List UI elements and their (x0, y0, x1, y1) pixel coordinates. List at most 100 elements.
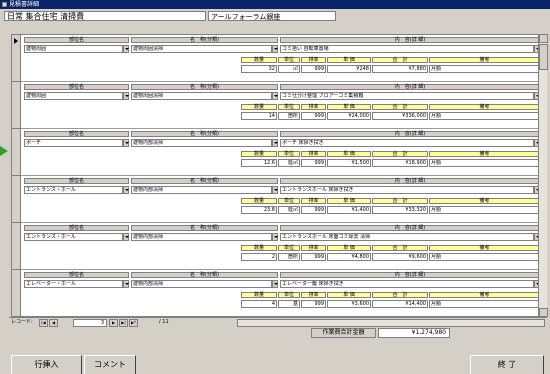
quantity-field[interactable]: 32 (241, 65, 277, 73)
meisho-dropdown-button[interactable] (272, 280, 278, 288)
detail-records-area: 部位名名 称(分類) 内 容(詳 細) 建物周囲 建物周囲清掃 ゴミ拾い 自転車置場 数量… (11, 34, 542, 317)
record-selector[interactable] (12, 270, 21, 316)
bumon-field[interactable]: ポーチ (24, 139, 123, 147)
bumon-dropdown-button[interactable] (123, 233, 129, 241)
rate-field[interactable]: 999 (301, 65, 326, 73)
naiyo-field[interactable]: ポーチ 床掃き拭き (280, 139, 534, 147)
unit-field[interactable]: ㎡ (278, 65, 300, 73)
first-record-button[interactable]: |◀ (39, 319, 48, 327)
record-selector[interactable] (12, 176, 21, 223)
meisho-field[interactable]: 建物周囲清掃 (131, 92, 272, 100)
naiyo-header-label: 内 容(詳 細) (280, 84, 540, 90)
meisho-field[interactable]: 建物内部清掃 (131, 233, 272, 241)
unit-field[interactable]: 箇所 (278, 112, 300, 120)
record-total: / 11 (159, 319, 169, 325)
estimate-title-field[interactable]: 日常 集合住宅 清掃費 (4, 11, 206, 21)
next-record-button[interactable]: ▶ (109, 319, 118, 327)
rate-field[interactable]: 999 (301, 253, 326, 261)
close-button[interactable]: 終 了 (470, 355, 544, 374)
quantity-field[interactable]: 14 (241, 112, 277, 120)
quantity-field[interactable]: 23.8 (241, 206, 277, 214)
meisho-dropdown-button[interactable] (272, 45, 278, 53)
remarks-field[interactable]: 月額 (429, 65, 540, 73)
current-record-input[interactable]: 3 (73, 319, 107, 327)
subtotal-label: 合 計 (372, 57, 428, 63)
rate-label: 排率 (301, 151, 326, 157)
unit-field[interactable]: 箇所 (278, 253, 300, 261)
quantity-field[interactable]: 4 (241, 300, 277, 308)
unit-price-field[interactable]: ¥1,500 (327, 159, 371, 167)
unit-price-field[interactable]: ¥4,800 (327, 253, 371, 261)
meisho-dropdown-button[interactable] (272, 233, 278, 241)
comment-button[interactable]: コメント (84, 355, 136, 374)
scroll-thumb[interactable] (539, 44, 548, 70)
meisho-dropdown-button[interactable] (272, 186, 278, 194)
meisho-header-label: 名 称(分類) (131, 272, 278, 278)
unit-price-field[interactable]: ¥24,000 (327, 112, 371, 120)
scroll-down-button[interactable] (539, 308, 548, 317)
subtotal-label: 合 計 (372, 292, 428, 298)
remarks-label: 備考 (429, 292, 540, 298)
unit-field[interactable]: 延㎡ (278, 206, 300, 214)
bumon-field[interactable]: エレベーター・ホール (24, 280, 123, 288)
rate-field[interactable]: 999 (301, 159, 326, 167)
bumon-header-label: 部位名 (24, 225, 129, 231)
meisho-header-label: 名 称(分類) (131, 225, 278, 231)
bumon-field[interactable]: エントランス・ホール (24, 186, 123, 194)
current-row-arrow-icon (0, 146, 8, 156)
scroll-up-button[interactable] (539, 34, 548, 43)
insert-row-button[interactable]: 行挿入 (11, 355, 82, 374)
quantity-field[interactable]: 12.6 (241, 159, 277, 167)
rate-field[interactable]: 999 (301, 206, 326, 214)
meisho-field[interactable]: 建物内部清掃 (131, 186, 272, 194)
meisho-field[interactable]: 建物内部清掃 (131, 280, 272, 288)
subtotal-field: ¥336,000 (372, 112, 428, 120)
bumon-dropdown-button[interactable] (123, 45, 129, 53)
estimate-record: 部位名名 称(分類) 内 容(詳 細) ポーチ 建物内部清掃 ポーチ 床掃き拭き 数量 単位… (21, 129, 541, 176)
meisho-header-label: 名 称(分類) (131, 37, 278, 43)
unit-field[interactable]: 延㎡ (278, 159, 300, 167)
bumon-dropdown-button[interactable] (123, 92, 129, 100)
naiyo-field[interactable]: ゴミ拾い 自転車置場 (280, 45, 534, 53)
unit-field[interactable]: 基 (278, 300, 300, 308)
remarks-field[interactable]: 月額 (429, 253, 540, 261)
bumon-field[interactable]: 建物周囲 (24, 92, 123, 100)
quantity-field[interactable]: 2 (241, 253, 277, 261)
bumon-dropdown-button[interactable] (123, 186, 129, 194)
rate-field[interactable]: 999 (301, 300, 326, 308)
unit-price-field[interactable]: ¥3,600 (327, 300, 371, 308)
vertical-scrollbar[interactable] (538, 34, 548, 317)
meisho-dropdown-button[interactable] (272, 92, 278, 100)
naiyo-field[interactable]: エレベーター籠 床掃き拭き (280, 280, 534, 288)
naiyo-field[interactable]: エントランスホール 床面ゴミ除去 清掃 (280, 233, 534, 241)
new-record-button[interactable]: ▶* (129, 319, 138, 327)
last-record-button[interactable]: ▶| (119, 319, 128, 327)
record-selector[interactable] (12, 129, 21, 176)
naiyo-field[interactable]: ゴミ仕分け整理 フロアーゴミ集積箱 (280, 92, 534, 100)
unit-price-field[interactable]: ¥248 (327, 65, 371, 73)
remarks-field[interactable]: 月額 (429, 206, 540, 214)
unit-price-field[interactable]: ¥1,400 (327, 206, 371, 214)
naiyo-field[interactable]: エントランスホール 床掃き拭き (280, 186, 534, 194)
bumon-header-label: 部位名 (24, 37, 129, 43)
meisho-dropdown-button[interactable] (272, 139, 278, 147)
bumon-field[interactable]: 建物周囲 (24, 45, 123, 53)
property-name-field[interactable]: アールフォーラム銀座 (208, 11, 336, 21)
remarks-field[interactable]: 月額 (429, 159, 540, 167)
remarks-field[interactable]: 月額 (429, 300, 540, 308)
prev-record-button[interactable]: ◀ (49, 319, 58, 327)
unit-label: 単位 (278, 57, 300, 63)
rate-field[interactable]: 999 (301, 112, 326, 120)
meisho-field[interactable]: 建物周囲清掃 (131, 45, 272, 53)
bumon-dropdown-button[interactable] (123, 280, 129, 288)
record-selector[interactable] (12, 82, 21, 129)
unit-label: 単位 (278, 292, 300, 298)
form-icon (2, 2, 7, 7)
remarks-field[interactable]: 月額 (429, 112, 540, 120)
meisho-field[interactable]: 建物内部清掃 (131, 139, 272, 147)
bumon-field[interactable]: エントランス・ホール (24, 233, 123, 241)
record-selector[interactable] (12, 223, 21, 270)
horizontal-scrollbar[interactable] (237, 319, 545, 327)
record-selector[interactable] (12, 35, 21, 82)
bumon-dropdown-button[interactable] (123, 139, 129, 147)
